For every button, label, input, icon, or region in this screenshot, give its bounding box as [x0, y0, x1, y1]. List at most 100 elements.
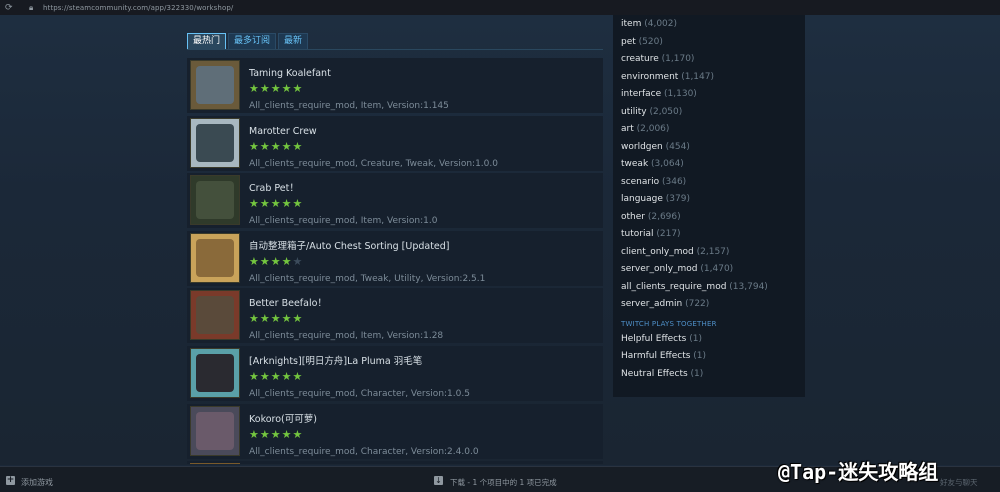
item-thumbnail[interactable] [190, 347, 240, 398]
tag-name: Neutral Effects [621, 368, 688, 379]
tag-name: scenario [621, 176, 660, 187]
star-filled-icon: ★ [270, 197, 282, 211]
tag-filter-item[interactable]: tutorial (217) [621, 229, 681, 239]
workshop-item[interactable]: [Arknights][明日方舟]La Pluma 羽毛笔 ★★★★★ All_cl… [187, 345, 603, 401]
item-title[interactable]: [Arknights][明日方舟]La Pluma 羽毛笔 [249, 355, 470, 368]
tag-count: (520) [638, 36, 663, 47]
star-filled-icon: ★ [249, 427, 260, 441]
tag-filter-item[interactable]: server_only_mod (1,470) [621, 264, 733, 274]
tab-newest[interactable]: 最新 [278, 33, 309, 49]
star-rating: ★★★★★ [249, 196, 437, 211]
star-filled-icon: ★ [249, 312, 260, 326]
star-filled-icon: ★ [281, 312, 293, 326]
star-filled-icon: ★ [292, 82, 304, 95]
tag-name: tweak [621, 159, 649, 169]
star-filled-icon: ★ [249, 197, 260, 211]
workshop-item[interactable]: 自动整理箱子/Auto Chest Sorting [Updated] ★★★★★… [187, 230, 603, 286]
tag-count: (1) [693, 351, 707, 361]
star-empty-icon: ★ [292, 254, 304, 268]
thumbnail-art [196, 66, 234, 104]
friends-chat-button[interactable]: 好友与聊天 [940, 477, 978, 488]
tag-filter-item[interactable]: art (2,006) [621, 124, 669, 134]
tag-count: (722) [685, 299, 710, 309]
tag-filter-item[interactable]: environment (1,147) [621, 72, 714, 82]
tag-count: (2,050) [649, 106, 683, 117]
item-thumbnail[interactable] [190, 463, 240, 464]
item-thumbnail[interactable] [190, 232, 240, 283]
star-rating: ★★★★★ [249, 254, 485, 269]
tag-count: (1,147) [681, 71, 714, 82]
download-icon[interactable]: ↓ [434, 476, 443, 485]
item-thumbnail[interactable] [190, 60, 240, 110]
add-game-icon[interactable]: + [6, 476, 15, 485]
item-thumbnail[interactable] [190, 290, 240, 341]
tag-filter-item[interactable]: server_admin (722) [621, 299, 709, 309]
tag-filter-item[interactable]: Neutral Effects (1) [621, 369, 703, 379]
star-filled-icon: ★ [281, 82, 293, 95]
item-thumbnail[interactable] [190, 117, 240, 168]
star-filled-icon: ★ [249, 254, 260, 268]
tab-most-subscribed[interactable]: 最多订阅 [228, 33, 277, 49]
workshop-item[interactable]: Crab Pet！ ★★★★★ All_clients_require_mod, I… [187, 173, 603, 229]
star-filled-icon: ★ [259, 254, 271, 268]
item-thumbnail[interactable] [190, 175, 240, 226]
url-text[interactable]: https://steamcommunity.com/app/322330/wo… [43, 4, 233, 12]
star-filled-icon: ★ [270, 139, 282, 153]
tag-filter-item[interactable]: all_clients_require_mod (13,794) [621, 282, 768, 292]
item-title[interactable]: Marotter Crew [249, 125, 498, 138]
item-info: Marotter Crew ★★★★★ All_clients_require_mo… [249, 116, 498, 171]
tag-filter-item[interactable]: other (2,696) [621, 212, 681, 222]
item-tags: All_clients_require_mod, Character, Vers… [249, 388, 470, 399]
tag-filter-item[interactable]: creature (1,170) [621, 54, 694, 64]
download-status[interactable]: 下载 - 1 个项目中的 1 项已完成 [450, 477, 557, 488]
tag-name: utility [621, 106, 647, 117]
item-title[interactable]: Better Beefalo！ [249, 297, 443, 310]
tag-name: pet [621, 36, 636, 47]
star-filled-icon: ★ [270, 312, 282, 326]
tag-filter-item[interactable]: item (4,002) [621, 19, 677, 29]
item-title[interactable]: 自动整理箱子/Auto Chest Sorting [Updated] [249, 240, 485, 253]
workshop-item[interactable]: Better Beefalo！ ★★★★★ All_clients_require_… [187, 288, 603, 344]
tag-count: (2,006) [636, 124, 670, 134]
item-tags: All_clients_require_mod, Tweak, Utility,… [249, 273, 486, 284]
tag-name: other [621, 211, 645, 222]
tag-count: (379) [665, 194, 690, 204]
watermark: @Tap-迷失攻略组 [778, 460, 939, 484]
tag-count: (2,157) [696, 246, 730, 257]
add-game-button[interactable]: 添加游戏 [21, 477, 53, 488]
tag-filter-item[interactable]: pet (520) [621, 37, 663, 47]
tag-filter-item[interactable]: language (379) [621, 194, 690, 204]
url-bar: ⟳ 🔒︎ https://steamcommunity.com/app/3223… [0, 0, 1000, 15]
item-title[interactable]: Crab Pet！ [249, 182, 437, 195]
tag-name: environment [621, 71, 679, 82]
tag-filter-item[interactable]: Harmful Effects (1) [621, 351, 706, 361]
tag-filter-item[interactable]: utility (2,050) [621, 107, 682, 117]
item-title[interactable]: Kokoro(可可萝) [249, 413, 479, 426]
tag-filter-item[interactable]: client_only_mod (2,157) [621, 247, 729, 257]
workshop-item-list: Taming Koalefant ★★★★★ All_clients_require… [187, 58, 603, 464]
workshop-item-partial[interactable] [187, 461, 603, 464]
star-filled-icon: ★ [292, 427, 304, 441]
item-tags: All_clients_require_mod, Creature, Tweak… [249, 158, 498, 169]
star-filled-icon: ★ [281, 427, 293, 441]
tag-filter-item[interactable]: interface (1,130) [621, 89, 697, 99]
star-filled-icon: ★ [259, 369, 271, 383]
item-info: 自动整理箱子/Auto Chest Sorting [Updated] ★★★★★… [249, 231, 485, 286]
tag-filter-item[interactable]: scenario (346) [621, 177, 686, 187]
tab-divider [187, 49, 603, 50]
workshop-item[interactable]: Taming Koalefant ★★★★★ All_clients_require… [187, 58, 603, 113]
star-filled-icon: ★ [259, 312, 271, 326]
tag-count: (346) [661, 176, 687, 187]
tag-filter-item[interactable]: worldgen (454) [621, 142, 690, 152]
tag-name: art [621, 124, 634, 134]
item-thumbnail[interactable] [190, 405, 240, 456]
thumbnail-art [196, 123, 234, 162]
tag-filter-item[interactable]: tweak (3,064) [621, 159, 684, 169]
tab-most-popular[interactable]: 最热门 [187, 33, 227, 49]
item-title[interactable]: Taming Koalefant [249, 67, 449, 80]
tag-name: tutorial [621, 229, 654, 239]
workshop-item[interactable]: Marotter Crew ★★★★★ All_clients_require_mo… [187, 115, 603, 171]
refresh-icon[interactable]: ⟳ [5, 3, 15, 13]
workshop-item[interactable]: Kokoro(可可萝) ★★★★★ All_clients_require_mod,… [187, 403, 603, 459]
tag-filter-item[interactable]: Helpful Effects (1) [621, 334, 702, 344]
